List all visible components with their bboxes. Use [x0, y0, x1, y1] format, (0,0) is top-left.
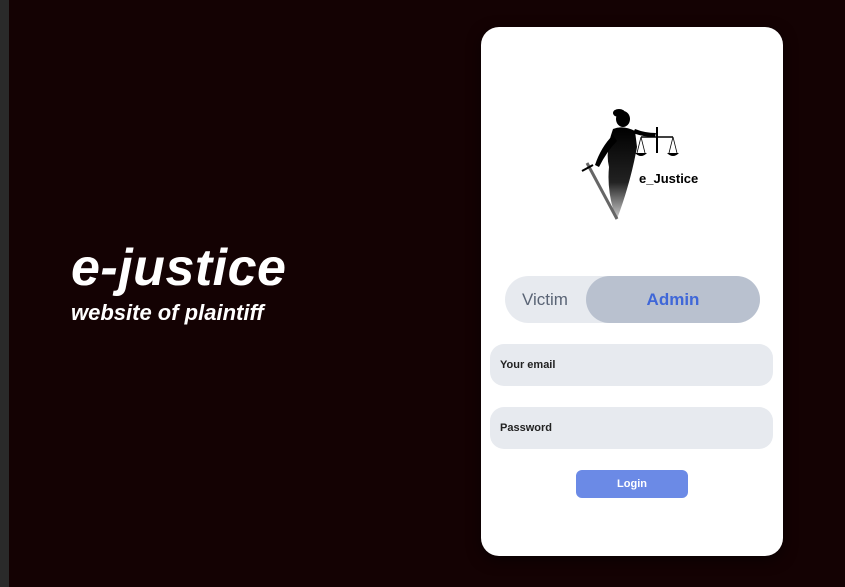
- window-left-edge: [0, 0, 9, 587]
- lady-justice-icon: [581, 109, 679, 220]
- hero: e-justice website of plaintiff: [71, 238, 286, 326]
- hero-subtitle: website of plaintiff: [71, 300, 264, 325]
- hero-title: e-justice: [71, 239, 287, 297]
- logo: e_Justice: [577, 107, 707, 225]
- login-card: e_Justice Victim Admin Login: [481, 27, 783, 556]
- toggle-admin[interactable]: Admin: [586, 276, 760, 323]
- role-toggle: Victim Admin: [505, 276, 760, 323]
- logo-text: e_Justice: [639, 171, 699, 186]
- password-field[interactable]: [490, 407, 773, 449]
- email-field[interactable]: [490, 344, 773, 386]
- toggle-victim[interactable]: Victim: [505, 276, 585, 323]
- login-button[interactable]: Login: [576, 470, 688, 498]
